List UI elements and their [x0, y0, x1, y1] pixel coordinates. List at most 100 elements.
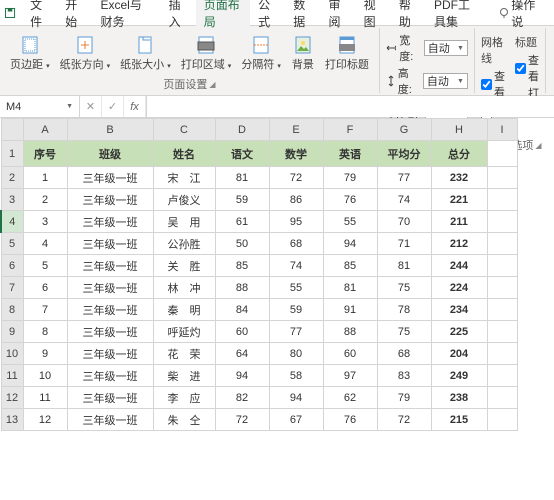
cell[interactable]: 78	[377, 299, 431, 321]
cell[interactable]: 秦 明	[153, 299, 215, 321]
cell[interactable]: 60	[323, 343, 377, 365]
cell[interactable]: 72	[269, 167, 323, 189]
cell[interactable]: 59	[215, 189, 269, 211]
cell[interactable]: 三年级一班	[67, 409, 153, 431]
cell[interactable]: 9	[23, 343, 67, 365]
cell[interactable]: 7	[23, 299, 67, 321]
cell[interactable]: 三年级一班	[67, 321, 153, 343]
col-header-E[interactable]: E	[269, 119, 323, 141]
cell[interactable]: 249	[431, 365, 487, 387]
col-header-B[interactable]: B	[67, 119, 153, 141]
cell[interactable]: 71	[377, 233, 431, 255]
row-header-13[interactable]: 13	[1, 409, 23, 431]
cell[interactable]	[487, 343, 517, 365]
cell[interactable]	[487, 233, 517, 255]
row-header-4[interactable]: 4	[1, 211, 23, 233]
cell[interactable]: 75	[377, 321, 431, 343]
cell[interactable]: 59	[269, 299, 323, 321]
cell[interactable]	[487, 387, 517, 409]
cell[interactable]: 77	[377, 167, 431, 189]
cell[interactable]: 关 胜	[153, 255, 215, 277]
row-header-12[interactable]: 12	[1, 387, 23, 409]
pagesetup-纸张方向[interactable]: 纸张方向 ▾	[56, 30, 115, 76]
col-header-H[interactable]: H	[431, 119, 487, 141]
cell[interactable]: 50	[215, 233, 269, 255]
cell[interactable]: 林 冲	[153, 277, 215, 299]
cell[interactable]: 10	[23, 365, 67, 387]
header-cell[interactable]: 语文	[215, 141, 269, 167]
cell[interactable]: 94	[215, 365, 269, 387]
cell[interactable]: 4	[23, 233, 67, 255]
cell[interactable]: 呼延灼	[153, 321, 215, 343]
cell[interactable]	[487, 277, 517, 299]
cell[interactable]: 三年级一班	[67, 277, 153, 299]
cell[interactable]: 238	[431, 387, 487, 409]
row-header-8[interactable]: 8	[1, 299, 23, 321]
cell[interactable]: 三年级一班	[67, 233, 153, 255]
col-header-I[interactable]: I	[487, 119, 517, 141]
cell[interactable]: 74	[377, 189, 431, 211]
cell[interactable]	[487, 365, 517, 387]
cell[interactable]: 224	[431, 277, 487, 299]
cell[interactable]: 77	[269, 321, 323, 343]
row-header-1[interactable]: 1	[1, 141, 23, 167]
cell[interactable]: 11	[23, 387, 67, 409]
cell[interactable]: 68	[269, 233, 323, 255]
cell[interactable]: 6	[23, 277, 67, 299]
cell[interactable]: 234	[431, 299, 487, 321]
cell[interactable]	[487, 167, 517, 189]
cell[interactable]	[487, 211, 517, 233]
cell[interactable]: 83	[377, 365, 431, 387]
cell[interactable]: 卢俊义	[153, 189, 215, 211]
cell[interactable]: 95	[269, 211, 323, 233]
cell[interactable]: 84	[215, 299, 269, 321]
pagesetup-纸张大小[interactable]: 纸张大小 ▾	[116, 30, 175, 76]
cell[interactable]: 211	[431, 211, 487, 233]
cell[interactable]: 3	[23, 211, 67, 233]
cell[interactable]: 221	[431, 189, 487, 211]
cell[interactable]: 64	[215, 343, 269, 365]
cell[interactable]: 67	[269, 409, 323, 431]
row-header-10[interactable]: 10	[1, 343, 23, 365]
cell[interactable]: 244	[431, 255, 487, 277]
col-header-D[interactable]: D	[215, 119, 269, 141]
cell[interactable]: 85	[323, 255, 377, 277]
row-header-9[interactable]: 9	[1, 321, 23, 343]
header-cell[interactable]: 数学	[269, 141, 323, 167]
pagesetup-打印标题[interactable]: 打印标题	[321, 30, 373, 76]
cell[interactable]: 86	[269, 189, 323, 211]
cell[interactable]: 三年级一班	[67, 299, 153, 321]
cell[interactable]: 79	[323, 167, 377, 189]
cell[interactable]: 朱 仝	[153, 409, 215, 431]
pagesetup-打印区域[interactable]: 打印区域 ▾	[177, 30, 236, 76]
fx-button[interactable]: fx	[124, 96, 146, 117]
spreadsheet-grid[interactable]: ABCDEFGHI1序号班级姓名语文数学英语平均分总分21三年级一班宋 江817…	[0, 118, 554, 431]
cell[interactable]: 68	[377, 343, 431, 365]
cell[interactable]: 74	[269, 255, 323, 277]
header-cell[interactable]: 姓名	[153, 141, 215, 167]
cell[interactable]: 李 应	[153, 387, 215, 409]
pagesetup-分隔符[interactable]: 分隔符 ▾	[237, 30, 285, 76]
cell[interactable]: 232	[431, 167, 487, 189]
enter-button[interactable]: ✓	[102, 96, 124, 117]
cell[interactable]	[487, 189, 517, 211]
cell[interactable]: 三年级一班	[67, 255, 153, 277]
cell[interactable]	[487, 299, 517, 321]
cell[interactable]: 88	[323, 321, 377, 343]
select-all-corner[interactable]	[1, 119, 23, 141]
cell[interactable]: 225	[431, 321, 487, 343]
header-cell[interactable]: 班级	[67, 141, 153, 167]
cell[interactable]: 70	[377, 211, 431, 233]
cell[interactable]: 55	[323, 211, 377, 233]
header-cell[interactable]: 总分	[431, 141, 487, 167]
row-header-11[interactable]: 11	[1, 365, 23, 387]
formula-input[interactable]	[147, 96, 554, 117]
col-header-A[interactable]: A	[23, 119, 67, 141]
cell[interactable]: 三年级一班	[67, 387, 153, 409]
col-header-G[interactable]: G	[377, 119, 431, 141]
cancel-button[interactable]: ✕	[80, 96, 102, 117]
cell[interactable]: 2	[23, 189, 67, 211]
cell[interactable]: 81	[215, 167, 269, 189]
cell[interactable]: 三年级一班	[67, 189, 153, 211]
cell[interactable]: 柴 进	[153, 365, 215, 387]
